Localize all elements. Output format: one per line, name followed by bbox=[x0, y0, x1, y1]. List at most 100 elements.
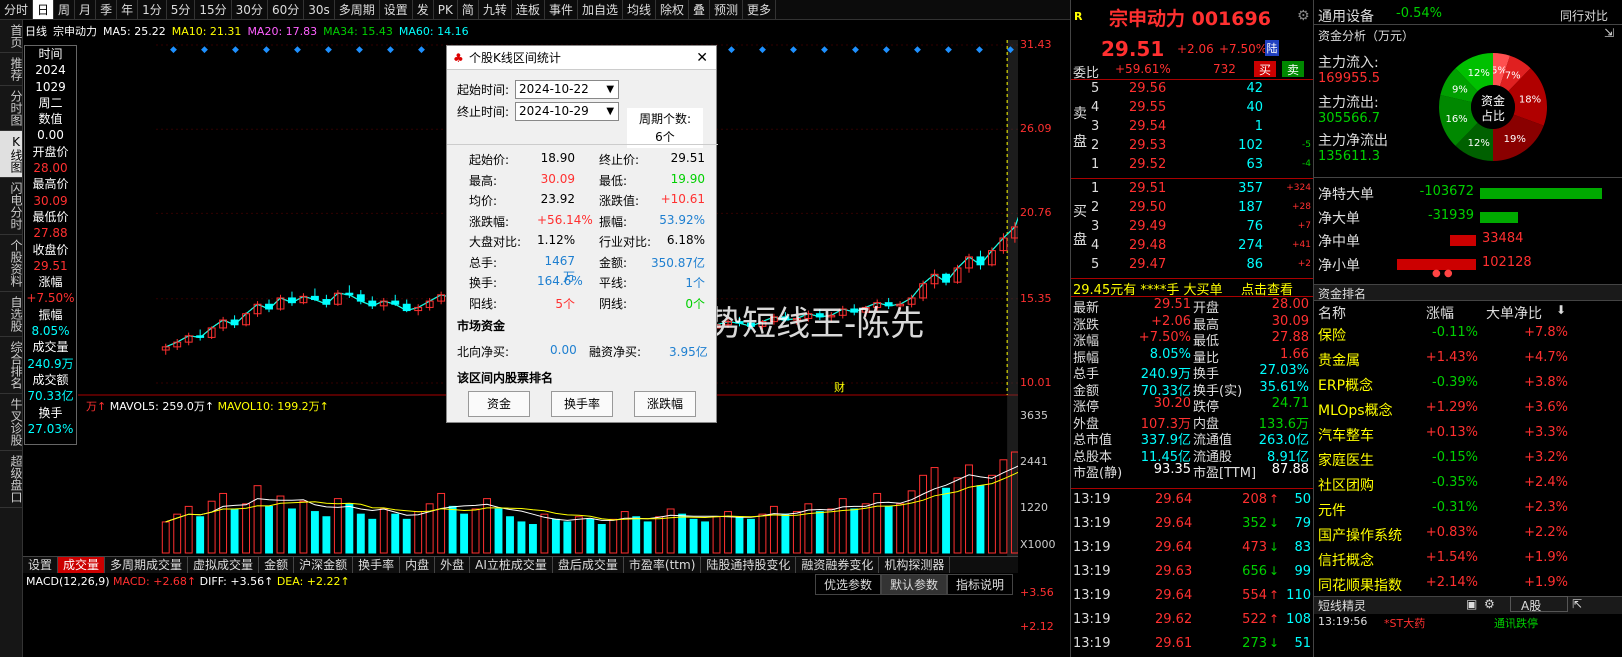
nav-item[interactable]: 超级盘口 bbox=[0, 451, 23, 508]
volume-bar bbox=[540, 513, 549, 554]
indicator-tab[interactable]: 多周期成交量 bbox=[105, 557, 189, 573]
net-label: 主力净流出 bbox=[1318, 133, 1388, 149]
rank-name[interactable]: 元件 bbox=[1318, 500, 1346, 520]
stat-value: 35.61% bbox=[1259, 379, 1309, 395]
toolbar-item[interactable]: 分时 bbox=[0, 0, 34, 19]
tick-price: 29.64 bbox=[1155, 588, 1193, 603]
nav-item[interactable]: 分时图 bbox=[0, 86, 23, 131]
volume-bar bbox=[884, 505, 893, 554]
rank-turnover-button[interactable]: 换手率 bbox=[551, 391, 613, 417]
indicator-tab[interactable]: 陆股通持股变化 bbox=[701, 557, 797, 573]
toolbar-item[interactable]: 日 bbox=[33, 0, 55, 19]
level-no: 4 bbox=[1091, 238, 1100, 253]
rank-name[interactable]: 家庭医生 bbox=[1318, 450, 1374, 470]
pager-dot[interactable]: ● ● bbox=[1432, 268, 1453, 279]
macd-btn-default[interactable]: 默认参数 bbox=[881, 574, 948, 595]
nav-item[interactable]: 自选股 bbox=[0, 292, 23, 337]
indicator-tab[interactable]: 金额 bbox=[259, 557, 295, 573]
rank-name[interactable]: 贵金属 bbox=[1318, 350, 1360, 370]
gear-icon[interactable]: ⚙ bbox=[1484, 597, 1495, 611]
indicator-tab[interactable]: 换手率 bbox=[353, 557, 401, 573]
info-line: 成交量 bbox=[32, 340, 69, 355]
window-icon[interactable]: ▣ bbox=[1466, 597, 1477, 611]
indicator-tab[interactable]: 内盘 bbox=[400, 557, 436, 573]
indicator-tab[interactable]: 沪深金额 bbox=[294, 557, 354, 573]
tick-price: 29.64 bbox=[1155, 516, 1193, 531]
indicator-tab[interactable]: 设置 bbox=[23, 557, 59, 573]
stock-title: 宗申动力 001696 bbox=[1109, 8, 1271, 30]
level-no: 2 bbox=[1091, 200, 1100, 215]
event-marker: ◆ bbox=[294, 45, 301, 55]
nav-item[interactable]: K线图 bbox=[0, 131, 23, 178]
buy-button[interactable]: 买 bbox=[1254, 61, 1276, 77]
toolbar-item[interactable]: 周 bbox=[54, 0, 76, 19]
indicator-tab[interactable]: 盘后成交量 bbox=[553, 557, 624, 573]
indicator-tab[interactable]: 外盘 bbox=[435, 557, 471, 573]
volume-bar bbox=[528, 524, 537, 554]
rank-name[interactable]: 信托概念 bbox=[1318, 550, 1374, 570]
volume-bar bbox=[402, 518, 411, 554]
macd-btn-opt[interactable]: 优选参数 bbox=[815, 574, 882, 595]
level-price: 29.53 bbox=[1129, 138, 1167, 153]
indicator-tab[interactable]: 机构探测器 bbox=[879, 557, 951, 573]
sort-arrow-icon[interactable]: ⬇ bbox=[1556, 303, 1566, 317]
divider bbox=[1071, 488, 1313, 489]
market-select[interactable]: A股 bbox=[1510, 596, 1568, 613]
r-icon: R bbox=[1074, 10, 1083, 23]
level-vol: 102 bbox=[1238, 138, 1263, 153]
stat-value: 30.20 bbox=[1153, 396, 1191, 411]
volume-bar bbox=[861, 503, 870, 554]
stat-value: 0个 bbox=[685, 296, 705, 311]
rank-col-pct: 涨幅 bbox=[1426, 306, 1454, 322]
rank-name[interactable]: MLOps概念 bbox=[1318, 400, 1393, 420]
macd-btn-help[interactable]: 指标说明 bbox=[947, 574, 1014, 595]
indicator-tab[interactable]: 融资融券变化 bbox=[796, 557, 880, 573]
nav-item[interactable]: 综合排名 bbox=[0, 337, 23, 394]
expand-icon[interactable]: ⇲ bbox=[1604, 26, 1614, 40]
nav-item[interactable]: 推荐 bbox=[0, 53, 23, 86]
rank-change-button[interactable]: 涨跌幅 bbox=[634, 391, 696, 417]
rank-pct: +0.83% bbox=[1425, 525, 1478, 540]
gear-icon[interactable]: ⚙ bbox=[1297, 8, 1310, 24]
indicator-tab[interactable]: 市盈率(ttm) bbox=[624, 557, 702, 573]
end-date-select[interactable]: 2024-10-29 bbox=[515, 101, 620, 121]
nav-item[interactable]: 个股资料 bbox=[0, 235, 23, 292]
event-marker: ◆ bbox=[883, 45, 890, 55]
price-change: +2.06 bbox=[1177, 42, 1214, 56]
volume-bar bbox=[655, 516, 664, 554]
tick-time: 13:19 bbox=[1073, 516, 1111, 531]
rank-name[interactable]: 社区团购 bbox=[1318, 475, 1374, 495]
rank-pct: -0.15% bbox=[1432, 450, 1478, 465]
donut-label: 12% bbox=[1468, 68, 1490, 79]
info-line: 振幅 bbox=[38, 307, 63, 322]
vol-tick: 1220 bbox=[1020, 501, 1048, 514]
volume-bar bbox=[689, 518, 698, 554]
rank-funds-button[interactable]: 资金 bbox=[468, 391, 530, 417]
mavol10: MAVOL10: 199.2万↑ bbox=[217, 400, 329, 413]
peer-compare-link[interactable]: 同行对比 bbox=[1560, 7, 1608, 24]
indicator-tab[interactable]: 虚拟成交量 bbox=[188, 557, 260, 573]
rank-name[interactable]: 保险 bbox=[1318, 325, 1346, 345]
volume-bar bbox=[987, 474, 996, 554]
stat-label: 大盘对比: bbox=[469, 235, 522, 249]
rank-name[interactable]: 同花顺果指数 bbox=[1318, 575, 1402, 595]
indicator-tab[interactable]: 成交量 bbox=[58, 557, 106, 573]
level-no: 5 bbox=[1091, 81, 1100, 96]
rank-ratio: +2.2% bbox=[1524, 525, 1568, 540]
rank-name[interactable]: 汽车整车 bbox=[1318, 425, 1374, 445]
volume-bar bbox=[747, 518, 755, 554]
rank-title: 该区间内股票排名 bbox=[457, 371, 554, 385]
candle-body bbox=[288, 297, 296, 304]
indicator-tab[interactable]: AI立桩成交量 bbox=[470, 557, 553, 573]
nav-item[interactable]: 首页 bbox=[0, 20, 23, 53]
nav-item[interactable]: 闪电分时 bbox=[0, 178, 23, 235]
rank-name[interactable]: 国产操作系统 bbox=[1318, 525, 1402, 545]
nav-item[interactable]: 牛叉诊股 bbox=[0, 394, 23, 451]
collapse-icon[interactable]: ⇱ bbox=[1572, 597, 1582, 611]
price-pct: +7.50% bbox=[1219, 42, 1268, 56]
start-date-select[interactable]: 2024-10-22 bbox=[515, 79, 620, 99]
close-icon[interactable]: ✕ bbox=[696, 46, 708, 70]
vol-tick: X1000 bbox=[1020, 538, 1056, 551]
sell-button[interactable]: 卖 bbox=[1282, 61, 1304, 77]
rank-name[interactable]: ERP概念 bbox=[1318, 375, 1373, 395]
